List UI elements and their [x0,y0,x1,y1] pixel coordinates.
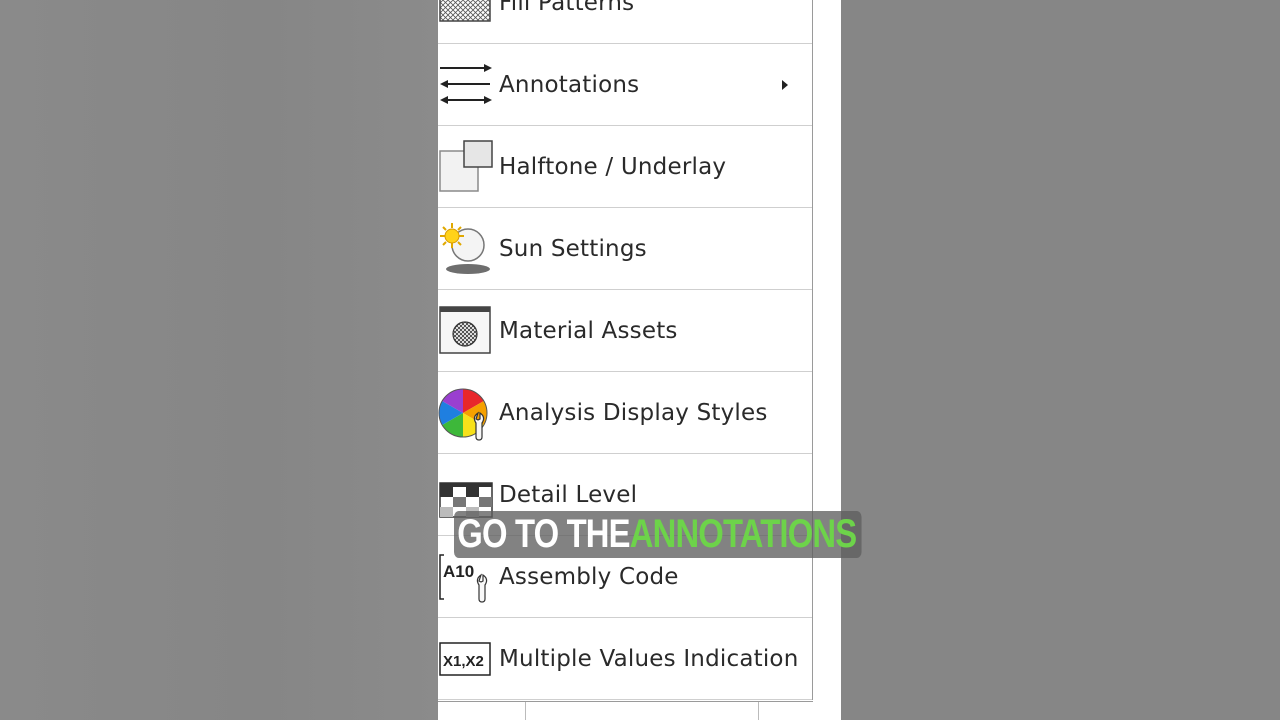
menu-item-label: Halftone / Underlay [499,153,727,180]
menu-item-label: Detail Level [499,481,638,508]
menu-item-analysis-display-styles[interactable]: Analysis Display Styles [438,372,812,454]
menu-item-annotations[interactable]: Annotations [438,44,812,126]
halftone-underlay-icon [438,139,494,195]
menu-item-label: Fill Patterns [499,0,635,16]
left-blurred-background [0,0,438,720]
menu-item-label: Assembly Code [499,563,679,590]
menu-item-label: Material Assets [499,317,678,344]
column-divider [525,702,526,720]
right-blurred-background [841,0,1280,720]
video-frame: Fill Patterns Annotations Halftone / Und… [0,0,1280,720]
assembly-code-icon-text: A10 [443,562,474,581]
submenu-arrow-icon [782,79,788,90]
menu-item-material-assets[interactable]: Material Assets [438,290,812,372]
menu-bottom-border [438,701,813,702]
analysis-display-styles-icon [438,385,494,441]
caption-text: GO TO THE [457,512,630,556]
fill-patterns-icon [438,0,494,31]
settings-menu-panel: Fill Patterns Annotations Halftone / Und… [438,0,841,720]
menu-item-sun-settings[interactable]: Sun Settings [438,208,812,290]
menu-item-fill-patterns[interactable]: Fill Patterns [438,0,812,44]
column-divider [758,702,759,720]
menu-item-halftone-underlay[interactable]: Halftone / Underlay [438,126,812,208]
video-caption: GO TO THE ANNOTATIONS [454,511,862,558]
menu-item-label: Multiple Values Indication [499,645,799,672]
annotations-arrows-icon [438,57,494,113]
material-assets-icon [438,303,494,359]
multiple-values-icon-text: X1,X2 [443,653,484,670]
menu-item-multiple-values-indication[interactable]: X1,X2 Multiple Values Indication [438,618,812,700]
multiple-values-icon: X1,X2 [438,631,494,687]
sun-settings-icon [438,221,494,277]
menu-item-label: Analysis Display Styles [499,399,768,426]
settings-dropdown-menu: Fill Patterns Annotations Halftone / Und… [438,0,813,700]
menu-item-label: Annotations [499,71,640,98]
caption-highlight-text: ANNOTATIONS [629,512,857,556]
menu-item-label: Sun Settings [499,235,647,262]
